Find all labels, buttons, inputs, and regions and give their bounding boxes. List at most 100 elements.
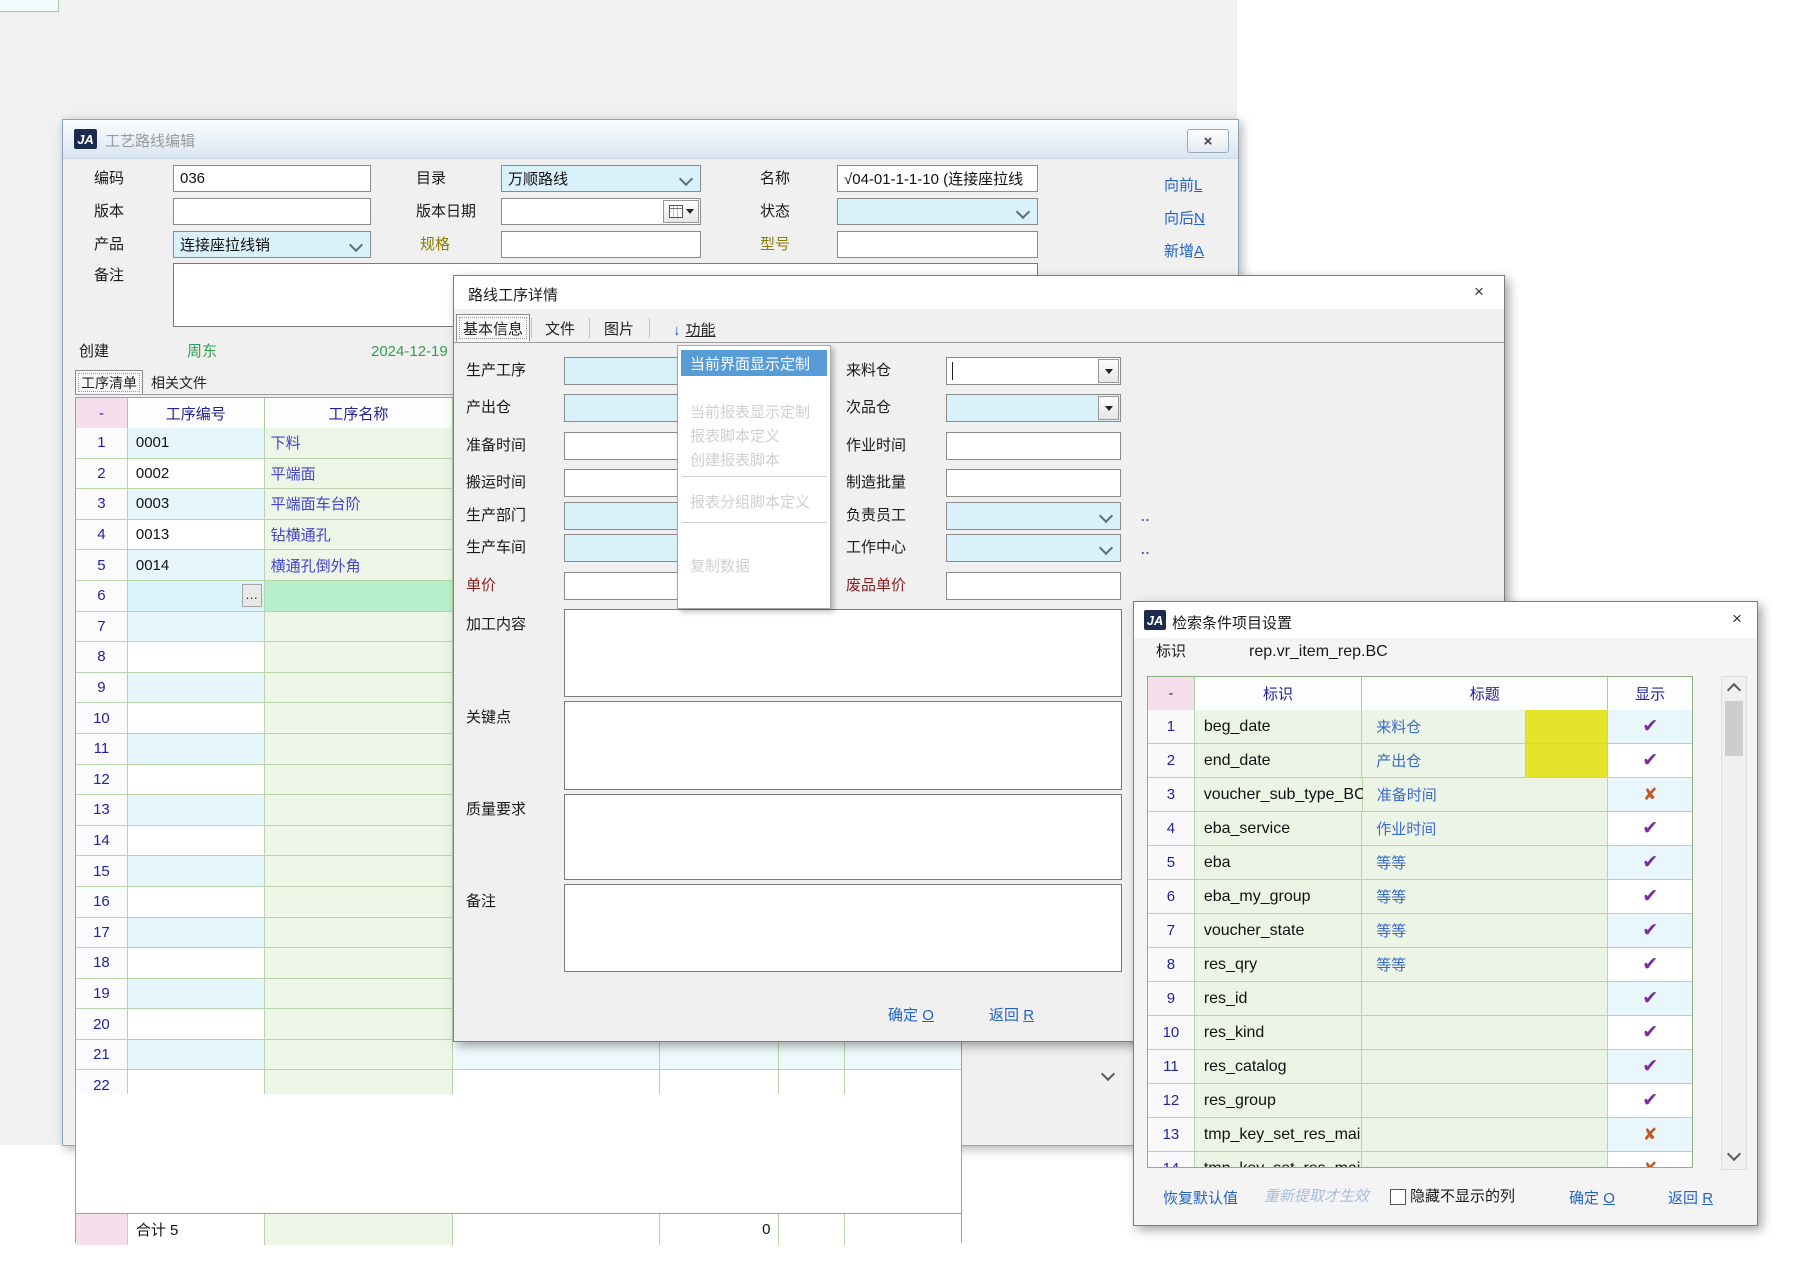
tab-images[interactable]: 图片 bbox=[590, 314, 648, 342]
cell-extra-3[interactable] bbox=[779, 1040, 845, 1071]
cell-op-code[interactable]: … bbox=[128, 1070, 265, 1094]
product-dropdown[interactable]: 连接座拉线销 bbox=[173, 231, 371, 258]
cell-op-name[interactable]: 下料 bbox=[265, 428, 454, 459]
function-menu-button[interactable]: ↓功能 bbox=[673, 319, 716, 340]
cell-field-id[interactable]: beg_date bbox=[1195, 710, 1362, 744]
cell-op-code[interactable]: 0003 … bbox=[128, 489, 265, 520]
cell-op-name[interactable] bbox=[265, 948, 454, 979]
cell-op-code[interactable]: … bbox=[128, 918, 265, 949]
color-swatch[interactable] bbox=[1525, 710, 1607, 743]
cell-op-code[interactable]: 0014 … bbox=[128, 550, 265, 581]
back-button[interactable]: 返回 R bbox=[989, 1004, 1034, 1025]
cell-op-name[interactable] bbox=[265, 673, 454, 704]
in-warehouse-combo[interactable] bbox=[946, 357, 1121, 385]
settings-table-row[interactable]: 11 res_catalog bbox=[1148, 1050, 1692, 1084]
cell-op-name[interactable] bbox=[265, 765, 454, 796]
quality-req-textarea[interactable] bbox=[564, 794, 1122, 880]
cell-field-id[interactable]: voucher_state bbox=[1195, 914, 1362, 948]
cell-field-title[interactable] bbox=[1362, 1118, 1608, 1152]
cell-op-name[interactable]: 平端面 bbox=[265, 459, 454, 490]
close-button[interactable]: × bbox=[1474, 284, 1484, 300]
workcenter-browse-link[interactable]: .. bbox=[1141, 542, 1150, 557]
date-picker-button[interactable] bbox=[663, 200, 699, 223]
cell-field-title[interactable] bbox=[1362, 982, 1608, 1016]
cell-op-name[interactable] bbox=[265, 795, 454, 826]
cell-visibility[interactable] bbox=[1608, 982, 1692, 1016]
cell-op-code[interactable]: … bbox=[128, 979, 265, 1010]
cell-extra-1[interactable] bbox=[453, 1040, 660, 1071]
cell-field-title[interactable]: 等等 bbox=[1362, 948, 1608, 982]
cell-field-id[interactable]: res_catalog bbox=[1195, 1050, 1362, 1084]
titlebar[interactable] bbox=[63, 120, 1238, 159]
cell-visibility[interactable] bbox=[1608, 1084, 1692, 1118]
cell-field-id[interactable]: voucher_sub_type_BC bbox=[1195, 778, 1363, 812]
cell-visibility[interactable] bbox=[1608, 1050, 1692, 1084]
cell-op-code[interactable]: … bbox=[128, 734, 265, 765]
cell-op-name[interactable] bbox=[265, 979, 454, 1010]
cell-op-code[interactable]: … bbox=[128, 642, 265, 673]
cell-op-code[interactable]: … bbox=[128, 765, 265, 796]
cell-visibility[interactable] bbox=[1608, 744, 1692, 778]
cell-op-name[interactable] bbox=[265, 918, 454, 949]
remark-textarea[interactable] bbox=[564, 884, 1122, 972]
hide-columns-checkbox[interactable] bbox=[1390, 1189, 1406, 1205]
header-field-id[interactable]: 标识 bbox=[1195, 677, 1362, 710]
prev-link[interactable]: 向前L bbox=[1164, 174, 1202, 195]
cell-extra-2[interactable] bbox=[660, 1040, 780, 1071]
cell-op-name[interactable]: 平端面车台阶 bbox=[265, 489, 454, 520]
restore-defaults-link[interactable]: 恢复默认值 bbox=[1163, 1187, 1238, 1208]
cell-op-name[interactable] bbox=[265, 1040, 454, 1071]
menu-item-copy-data[interactable]: 复制数据 bbox=[681, 552, 827, 578]
ok-button[interactable]: 确定 O bbox=[888, 1004, 934, 1025]
cell-field-id[interactable]: eba bbox=[1195, 846, 1362, 880]
cell-field-title[interactable]: 准备时间 bbox=[1363, 778, 1609, 812]
cell-field-title[interactable]: 来料仓 bbox=[1362, 710, 1608, 744]
titlebar[interactable] bbox=[454, 276, 1504, 309]
cell-extra-1[interactable] bbox=[453, 1070, 660, 1094]
key-points-textarea[interactable] bbox=[564, 701, 1122, 790]
cell-visibility[interactable] bbox=[1608, 812, 1692, 846]
workcenter-dropdown[interactable] bbox=[946, 534, 1121, 562]
employee-dropdown[interactable] bbox=[946, 502, 1121, 530]
tab-related-files[interactable]: 相关文件 bbox=[145, 370, 213, 395]
catalog-dropdown[interactable]: 万顺路线 bbox=[501, 165, 701, 192]
cell-field-id[interactable]: tmp_key_set_res_mai bbox=[1195, 1152, 1362, 1167]
cell-op-name[interactable] bbox=[265, 826, 454, 857]
cell-field-id[interactable]: eba_my_group bbox=[1195, 880, 1362, 914]
cell-field-title[interactable]: 等等 bbox=[1362, 914, 1608, 948]
dropdown-button[interactable] bbox=[1098, 396, 1119, 420]
cell-visibility[interactable] bbox=[1608, 778, 1692, 812]
scrollbar-down-arrow[interactable] bbox=[1725, 1147, 1743, 1165]
cell-op-name[interactable]: 横通孔倒外角 bbox=[265, 550, 454, 581]
menu-item-report-script[interactable]: 报表脚本定义 bbox=[681, 422, 827, 448]
cell-field-title[interactable]: 等等 bbox=[1362, 880, 1608, 914]
settings-table-row[interactable]: 2 end_date 产出仓 bbox=[1148, 744, 1692, 778]
cell-op-name[interactable] bbox=[265, 581, 454, 612]
cell-visibility[interactable] bbox=[1608, 1118, 1692, 1152]
cell-visibility[interactable] bbox=[1608, 1016, 1692, 1050]
settings-table-row[interactable]: 6 eba_my_group 等等 bbox=[1148, 880, 1692, 914]
process-table-row[interactable]: 22 … bbox=[76, 1070, 961, 1094]
cell-op-code[interactable]: … bbox=[128, 948, 265, 979]
close-button[interactable]: × bbox=[1187, 129, 1229, 153]
cell-op-name[interactable] bbox=[265, 734, 454, 765]
header-op-code[interactable]: 工序编号 bbox=[128, 398, 265, 428]
settings-table-row[interactable]: 3 voucher_sub_type_BC 准备时间 bbox=[1148, 778, 1692, 812]
cell-op-code[interactable]: … bbox=[128, 703, 265, 734]
cell-visibility[interactable] bbox=[1608, 914, 1692, 948]
code-input[interactable]: 036 bbox=[173, 165, 371, 192]
settings-table-row[interactable]: 14 tmp_key_set_res_mai bbox=[1148, 1152, 1692, 1167]
cell-visibility[interactable] bbox=[1608, 1152, 1692, 1167]
cell-field-id[interactable]: res_qry bbox=[1195, 948, 1362, 982]
ok-button[interactable]: 确定 O bbox=[1569, 1187, 1615, 1208]
header-op-name[interactable]: 工序名称 bbox=[265, 398, 454, 428]
cell-field-id[interactable]: eba_service bbox=[1195, 812, 1362, 846]
cell-op-code[interactable]: … bbox=[128, 826, 265, 857]
settings-scrollbar[interactable] bbox=[1721, 676, 1747, 1170]
name-input[interactable]: √04-01-1-1-10 (连接座拉线 bbox=[837, 165, 1038, 192]
settings-table-row[interactable]: 8 res_qry 等等 bbox=[1148, 948, 1692, 982]
settings-table-row[interactable]: 5 eba 等等 bbox=[1148, 846, 1692, 880]
settings-table-row[interactable]: 13 tmp_key_set_res_mai bbox=[1148, 1118, 1692, 1152]
process-content-textarea[interactable] bbox=[564, 609, 1122, 697]
cell-extra-3[interactable] bbox=[779, 1070, 845, 1094]
